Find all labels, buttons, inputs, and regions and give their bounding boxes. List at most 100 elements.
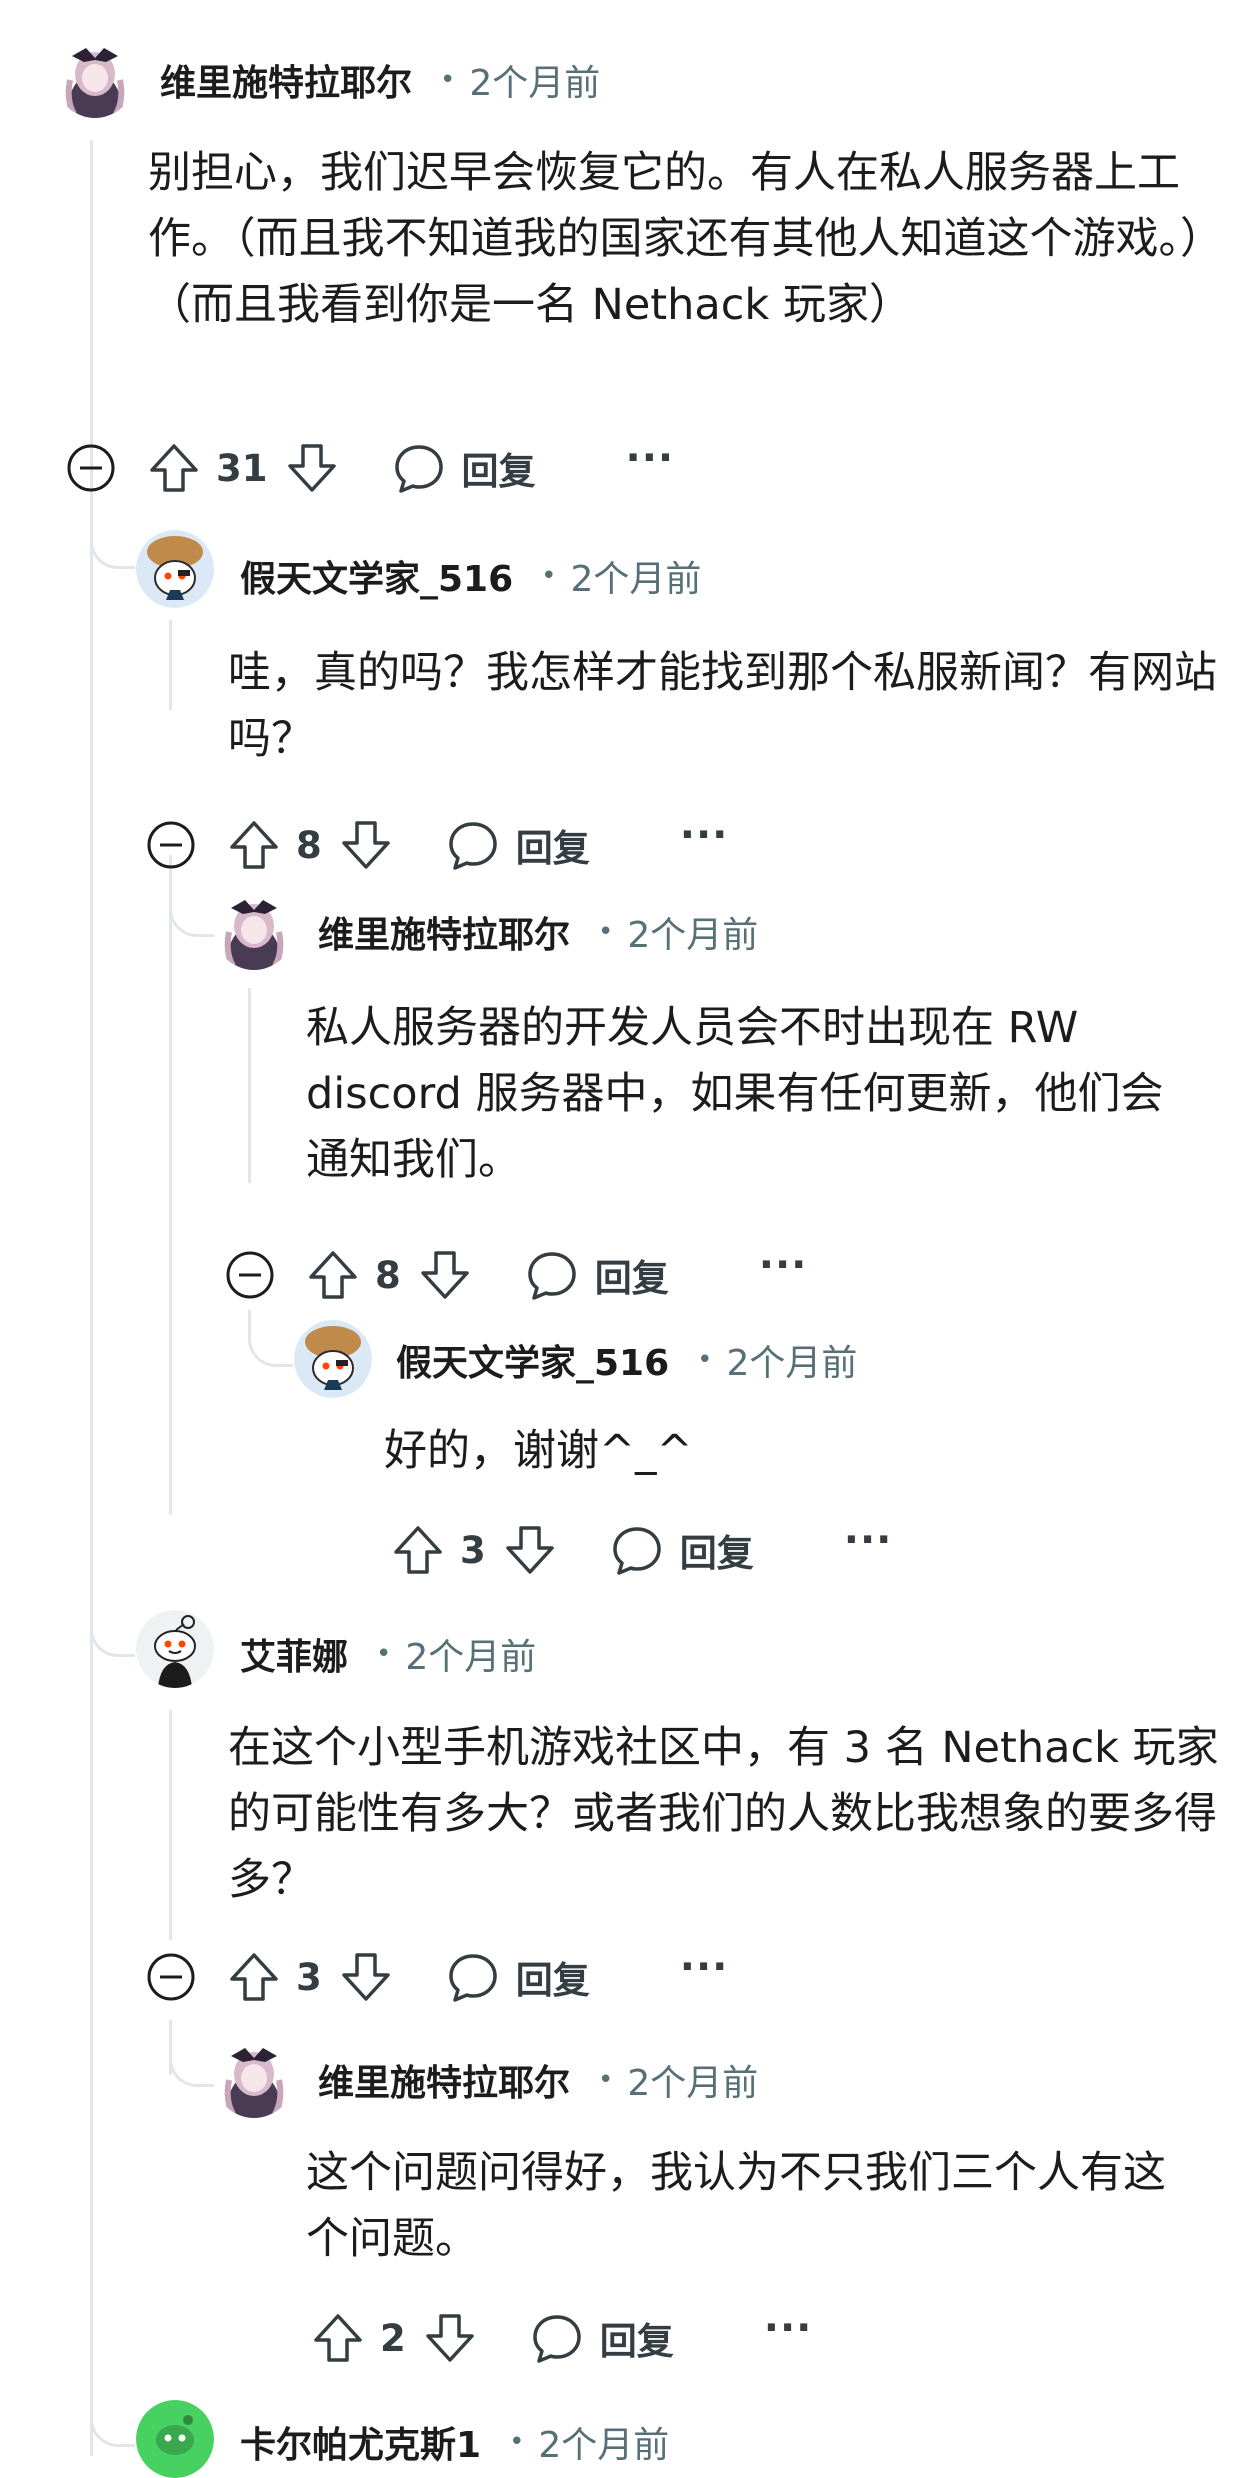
author-name[interactable]: 假天文学家_516 [396, 1334, 669, 1386]
comment-body: 别担心，我们迟早会恢复它的。有人在私人服务器上工作。（而且我不知道我的国家还有其… [148, 148, 1202, 330]
author-name[interactable]: 假天文学家_516 [240, 550, 513, 602]
thread-branch [169, 880, 214, 937]
avatar[interactable] [215, 892, 293, 970]
vote-count: 2 [380, 2316, 406, 2360]
comment-actions: 8 回复 ··· [225, 1240, 807, 1310]
collapse-icon[interactable] [146, 820, 196, 870]
author-name[interactable]: 维里施特拉耶尔 [160, 54, 412, 106]
timestamp: 2个月前 [627, 2063, 759, 2104]
comment-meta: 维里施特拉耶尔 • 2个月前 [318, 902, 758, 962]
downvote-icon[interactable] [338, 1949, 394, 2005]
avatar[interactable] [215, 2040, 293, 2118]
reply-button[interactable]: 回复 [680, 1523, 754, 1577]
timestamp: 2个月前 [469, 63, 601, 104]
separator-dot: • [598, 917, 614, 947]
downvote-icon[interactable] [422, 2310, 478, 2366]
avatar[interactable] [56, 40, 134, 118]
separator-dot: • [598, 2065, 614, 2095]
thread-branch [90, 2390, 135, 2447]
upvote-icon[interactable] [226, 817, 282, 873]
comment-actions: 8 回复 ··· [146, 810, 728, 880]
avatar[interactable] [294, 1320, 372, 1398]
thread-branch [169, 2030, 214, 2087]
author-name[interactable]: 卡尔帕尤克斯1 [240, 2416, 481, 2468]
snoo-default-avatar-icon [136, 1610, 214, 1688]
vote-count: 3 [296, 1955, 322, 1999]
comment-meta: 假天文学家_516 • 2个月前 [396, 1330, 857, 1390]
comment-meta: 艾菲娜 • 2个月前 [240, 1624, 536, 1684]
upvote-icon[interactable] [226, 1949, 282, 2005]
upvote-icon[interactable] [305, 1247, 361, 1303]
reply-bubble-icon[interactable] [525, 1248, 579, 1302]
snoo-explorer-avatar-icon [136, 530, 214, 608]
timestamp: 2个月前 [538, 2425, 670, 2466]
thread-line [169, 620, 172, 710]
reply-bubble-icon[interactable] [392, 441, 446, 495]
avatar[interactable] [136, 2400, 214, 2478]
more-options-button[interactable]: ··· [844, 1520, 893, 1580]
downvote-icon[interactable] [417, 1247, 473, 1303]
comment-actions: 2 回复 ··· [310, 2303, 812, 2373]
collapse-icon[interactable] [225, 1250, 275, 1300]
anime-character-avatar-icon [215, 892, 293, 970]
vote-count: 8 [296, 823, 322, 867]
snoo-explorer-avatar-icon [294, 1320, 372, 1398]
comment-meta: 假天文学家_516 • 2个月前 [240, 546, 701, 606]
timestamp: 2个月前 [405, 1637, 537, 1678]
avatar[interactable] [136, 530, 214, 608]
more-options-button[interactable]: ··· [764, 2308, 813, 2368]
comment-actions: 3 回复 ··· [146, 1942, 728, 2012]
author-name[interactable]: 艾菲娜 [240, 1628, 348, 1680]
vote-count: 8 [375, 1253, 401, 1297]
reply-button[interactable]: 回复 [600, 2311, 674, 2365]
separator-dot: • [541, 561, 557, 591]
reply-button[interactable]: 回复 [516, 1950, 590, 2004]
avatar[interactable] [136, 1610, 214, 1688]
more-options-button[interactable]: ··· [759, 1245, 808, 1305]
timestamp: 2个月前 [627, 915, 759, 956]
collapse-icon[interactable] [66, 443, 116, 493]
reply-bubble-icon[interactable] [610, 1523, 664, 1577]
downvote-icon[interactable] [338, 817, 394, 873]
separator-dot: • [440, 65, 456, 95]
separator-dot: • [509, 2427, 525, 2457]
comment-body: 私人服务器的开发人员会不时出现在 RW discord 服务器中，如果有任何更新… [306, 1003, 1164, 1185]
reply-bubble-icon[interactable] [446, 1950, 500, 2004]
anime-character-avatar-icon [215, 2040, 293, 2118]
upvote-icon[interactable] [310, 2310, 366, 2366]
thread-branch [248, 1310, 293, 1367]
separator-dot: • [697, 1345, 713, 1375]
reply-button[interactable]: 回复 [516, 818, 590, 872]
thread-line [248, 988, 251, 1183]
reply-button[interactable]: 回复 [462, 441, 536, 495]
comment-actions: 3 回复 ··· [390, 1515, 892, 1585]
author-name[interactable]: 维里施特拉耶尔 [318, 2054, 570, 2106]
separator-dot: • [376, 1639, 392, 1669]
more-options-button[interactable]: ··· [680, 1947, 729, 2007]
downvote-icon[interactable] [284, 440, 340, 496]
comment-meta: 卡尔帕尤克斯1 • 2个月前 [240, 2412, 669, 2472]
thread-line [169, 855, 172, 1515]
vote-count: 31 [216, 446, 268, 490]
comment-body: 哇，真的吗？我怎样才能找到那个私服新闻？有网站吗？ [228, 648, 1217, 764]
more-options-button[interactable]: ··· [626, 438, 675, 498]
reply-button[interactable]: 回复 [595, 1248, 669, 1302]
anime-character-avatar-icon [56, 40, 134, 118]
comment-body: 这个问题问得好，我认为不只我们三个人有这个问题。 [306, 2148, 1166, 2264]
thread-line [169, 1710, 172, 1940]
reply-bubble-icon[interactable] [530, 2311, 584, 2365]
vote-count: 3 [460, 1528, 486, 1572]
reply-bubble-icon[interactable] [446, 818, 500, 872]
snoo-green-avatar-icon [136, 2400, 214, 2478]
downvote-icon[interactable] [502, 1522, 558, 1578]
timestamp: 2个月前 [726, 1343, 858, 1384]
author-name[interactable]: 维里施特拉耶尔 [318, 906, 570, 958]
collapse-icon[interactable] [146, 1952, 196, 2002]
more-options-button[interactable]: ··· [680, 815, 729, 875]
upvote-icon[interactable] [146, 440, 202, 496]
timestamp: 2个月前 [570, 559, 702, 600]
comment-actions: 31 回复 ··· [66, 433, 674, 503]
comment-meta: 维里施特拉耶尔 • 2个月前 [160, 50, 600, 110]
upvote-icon[interactable] [390, 1522, 446, 1578]
thread-branch [90, 1600, 135, 1657]
